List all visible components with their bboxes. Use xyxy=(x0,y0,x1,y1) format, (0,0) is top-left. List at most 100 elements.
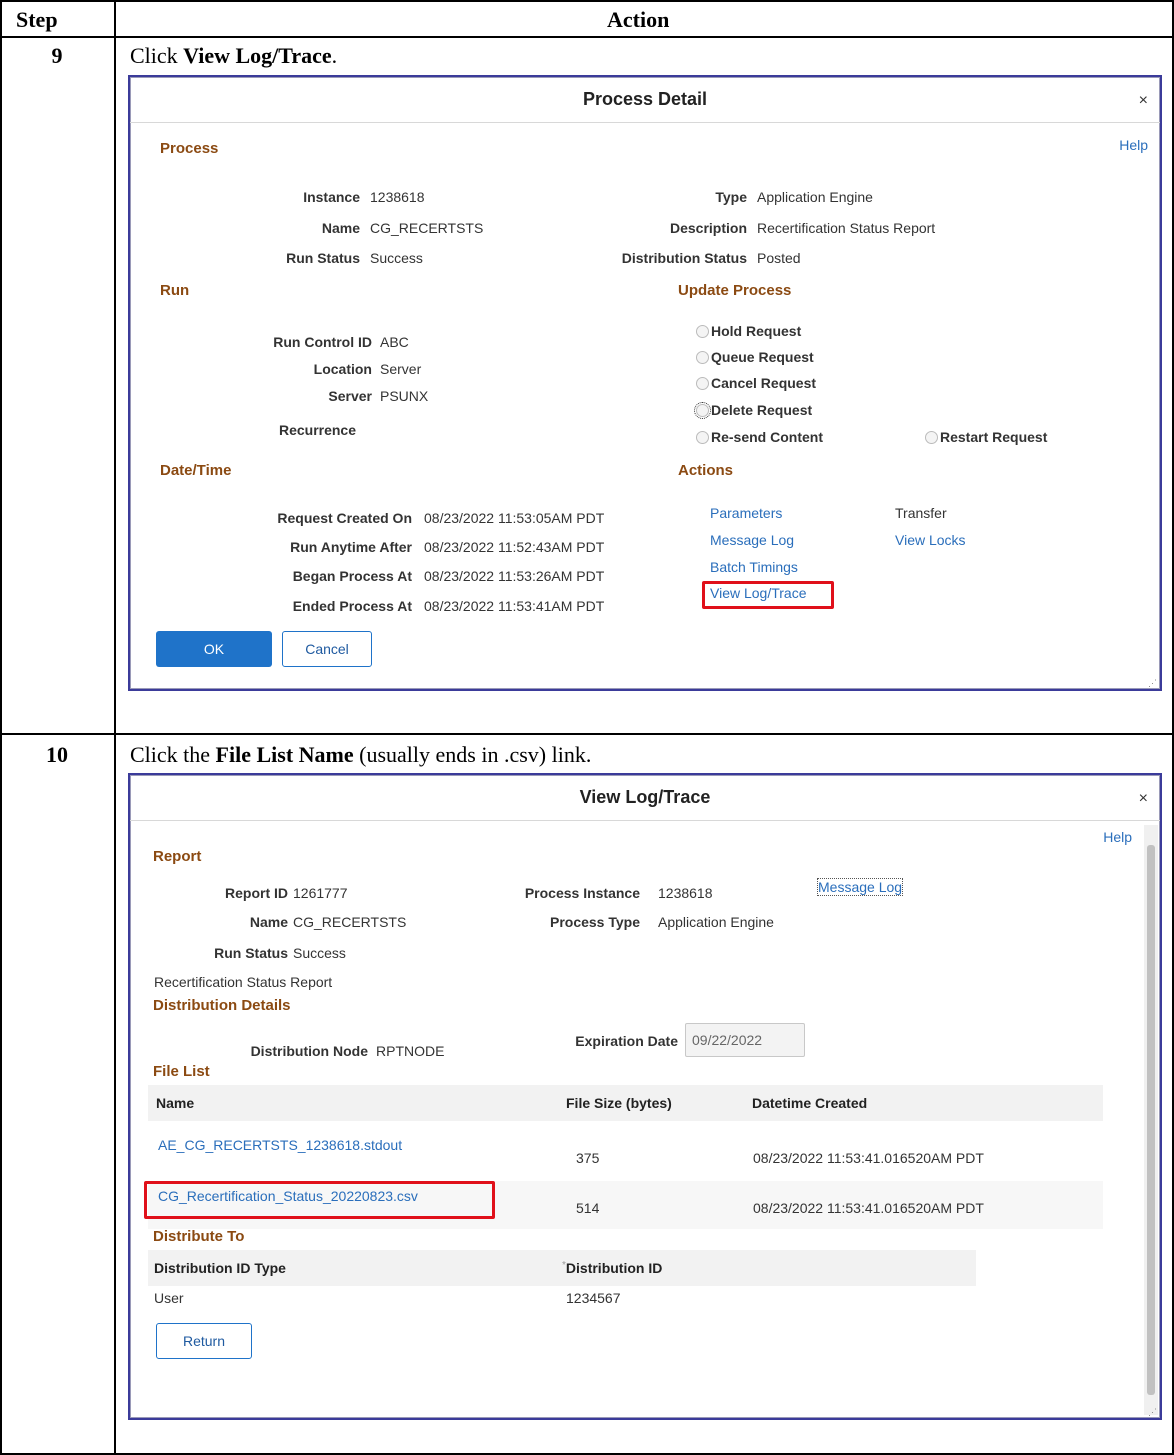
transfer-text: Transfer xyxy=(895,505,947,521)
close-icon[interactable]: × xyxy=(1139,790,1148,808)
view-log-trace-dialog: View Log/Trace × Help Report Report ID 1… xyxy=(128,773,1162,1420)
step-number: 9 xyxy=(51,43,63,68)
instance-value: 1238618 xyxy=(370,189,425,205)
parameters-link[interactable]: Parameters xyxy=(710,505,782,521)
description-value: Recertification Status Report xyxy=(757,220,936,236)
ok-button[interactable]: OK xyxy=(156,631,272,667)
message-log-link[interactable]: Message Log xyxy=(816,878,904,896)
instruction-text: . xyxy=(331,43,338,68)
began-process-label: Began Process At xyxy=(292,568,412,584)
title-divider xyxy=(130,820,1160,821)
distribution-node-value: RPTNODE xyxy=(376,1043,445,1059)
name-value: CG_RECERTSTS xyxy=(370,220,484,236)
distribute-to-heading: Distribute To xyxy=(153,1228,245,1245)
name-label: Name xyxy=(321,220,360,236)
instruction-emphasis: View Log/Trace xyxy=(183,43,332,68)
view-locks-link[interactable]: View Locks xyxy=(895,532,966,548)
distribution-id-header-text: Distribution ID xyxy=(565,1260,663,1276)
help-link[interactable]: Help xyxy=(1103,829,1132,845)
step-instruction: Click the File List Name (usually ends i… xyxy=(130,742,591,768)
datetime-created-value: 08/23/2022 11:53:41.016520AM PDT xyxy=(753,1200,984,1216)
scrollbar-thumb[interactable] xyxy=(1147,845,1155,1395)
began-process-value: 08/23/2022 11:53:26AM PDT xyxy=(424,568,605,584)
update-process-heading: Update Process xyxy=(678,282,792,299)
delete-request-radio[interactable] xyxy=(694,402,711,419)
file-name-header: Name xyxy=(156,1095,195,1111)
file-size-header: File Size (bytes) xyxy=(566,1095,672,1111)
resize-grip-icon[interactable]: ⋰ xyxy=(1148,1407,1157,1418)
request-created-value: 08/23/2022 11:53:05AM PDT xyxy=(424,510,605,526)
request-created-label: Request Created On xyxy=(277,510,412,526)
instruction-text: Click xyxy=(130,43,184,68)
distribution-details-heading: Distribution Details xyxy=(153,997,291,1014)
close-icon[interactable]: × xyxy=(1139,92,1148,110)
datetime-section-heading: Date/Time xyxy=(160,462,232,479)
queue-request-label: Queue Request xyxy=(711,349,814,365)
instruction-emphasis: File List Name xyxy=(215,742,354,767)
file-list-heading: File List xyxy=(153,1063,210,1080)
file-name-link[interactable]: AE_CG_RECERTSTS_1238618.stdout xyxy=(158,1137,402,1153)
ended-process-value: 08/23/2022 11:53:41AM PDT xyxy=(424,598,605,614)
delete-request-label: Delete Request xyxy=(711,402,813,418)
distribution-status-label: Distribution Status xyxy=(621,250,747,266)
server-value: PSUNX xyxy=(380,388,429,404)
location-value: Server xyxy=(380,361,422,377)
resend-content-radio[interactable] xyxy=(696,431,709,444)
type-value: Application Engine xyxy=(757,189,873,205)
instruction-text: Click the xyxy=(130,742,216,767)
help-link[interactable]: Help xyxy=(1119,137,1148,153)
type-label: Type xyxy=(715,189,747,205)
step-instruction: Click View Log/Trace. xyxy=(130,43,337,69)
action-column-header: Action xyxy=(607,7,670,32)
step-column-header: Step xyxy=(16,7,58,32)
report-id-label: Report ID xyxy=(225,885,288,901)
report-section-heading: Report xyxy=(153,848,202,865)
cancel-request-label: Cancel Request xyxy=(711,375,817,391)
distribution-id-type-value: User xyxy=(154,1290,184,1306)
run-status-value: Success xyxy=(293,945,346,961)
process-type-value: Application Engine xyxy=(658,914,774,930)
queue-request-radio[interactable] xyxy=(696,351,709,364)
datetime-created-value: 08/23/2022 11:53:41.016520AM PDT xyxy=(753,1150,984,1166)
run-section-heading: Run xyxy=(160,282,190,299)
cancel-button[interactable]: Cancel xyxy=(282,631,372,667)
run-control-id-value: ABC xyxy=(380,334,409,350)
step-number: 10 xyxy=(46,742,68,767)
process-section-heading: Process xyxy=(160,140,219,157)
datetime-created-header: Datetime Created xyxy=(752,1095,868,1111)
distribution-node-label: Distribution Node xyxy=(250,1043,368,1059)
report-id-value: 1261777 xyxy=(293,885,348,901)
run-status-value: Success xyxy=(370,250,423,266)
run-anytime-label: Run Anytime After xyxy=(290,539,412,555)
message-log-link[interactable]: Message Log xyxy=(710,532,794,548)
name-label: Name xyxy=(249,914,288,930)
highlight-box xyxy=(702,581,834,609)
restart-request-radio[interactable] xyxy=(925,431,938,444)
file-size-value: 375 xyxy=(576,1150,600,1166)
run-control-id-label: Run Control ID xyxy=(273,334,372,350)
actions-section-heading: Actions xyxy=(678,462,734,479)
hold-request-radio[interactable] xyxy=(696,325,709,338)
return-button[interactable]: Return xyxy=(156,1323,252,1359)
distribution-id-header: *Distribution ID xyxy=(562,1260,662,1276)
process-type-label: Process Type xyxy=(549,914,640,930)
resize-grip-icon[interactable]: ⋰ xyxy=(1148,678,1157,689)
distribution-status-value: Posted xyxy=(757,250,801,266)
file-size-value: 514 xyxy=(576,1200,600,1216)
batch-timings-link[interactable]: Batch Timings xyxy=(710,559,798,575)
title-divider xyxy=(130,122,1160,123)
dialog-title: Process Detail xyxy=(582,89,708,109)
server-label: Server xyxy=(328,388,372,404)
resend-content-label: Re-send Content xyxy=(711,429,823,445)
process-detail-dialog: Process Detail × Help Process Instance 1… xyxy=(128,75,1162,691)
cancel-request-radio[interactable] xyxy=(696,377,709,390)
highlight-box xyxy=(144,1181,495,1219)
distribution-id-value: 1234567 xyxy=(566,1290,621,1306)
distribution-id-type-header: Distribution ID Type xyxy=(154,1260,286,1276)
ended-process-label: Ended Process At xyxy=(292,598,412,614)
instance-label: Instance xyxy=(303,189,360,205)
run-status-label: Run Status xyxy=(214,945,288,961)
report-description: Recertification Status Report xyxy=(154,974,333,990)
vertical-scrollbar[interactable] xyxy=(1144,825,1158,1415)
run-status-label: Run Status xyxy=(286,250,360,266)
